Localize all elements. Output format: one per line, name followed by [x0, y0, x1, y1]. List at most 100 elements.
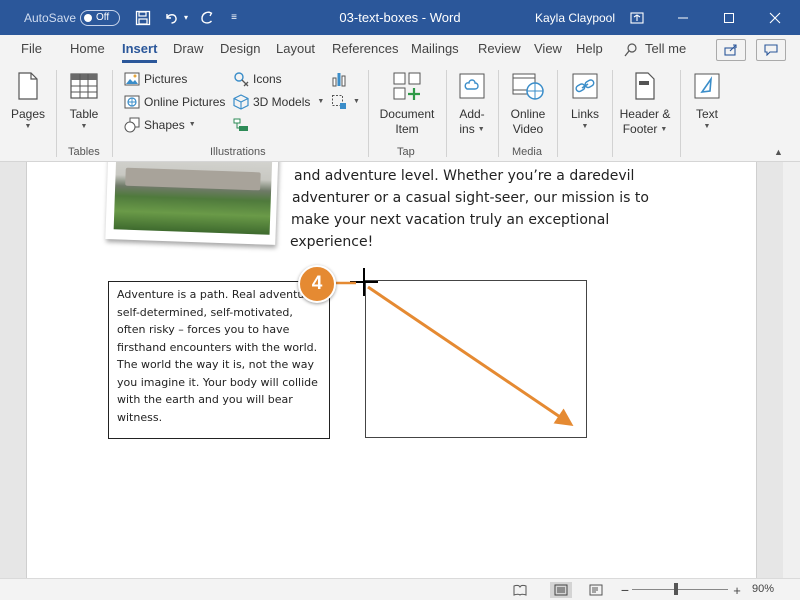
text-box-being-drawn[interactable] — [365, 280, 587, 438]
read-mode-icon[interactable] — [512, 582, 528, 598]
autosave-toggle[interactable]: Off — [80, 10, 120, 26]
close-icon[interactable] — [752, 0, 798, 35]
text-box-line: The world the way it is, not the way — [117, 358, 314, 371]
share-icon — [724, 44, 737, 56]
comment-icon — [764, 44, 778, 56]
group-label-illustrations: Illustrations — [210, 146, 266, 158]
save-icon[interactable] — [132, 0, 154, 35]
group-divider — [498, 70, 499, 157]
text-box-quote[interactable]: Adventure is a path. Real adventure – se… — [108, 281, 330, 439]
group-divider — [680, 70, 681, 157]
text-button[interactable]: Text ▼ — [688, 69, 726, 132]
online-video-label-1: Online — [510, 107, 546, 121]
tab-review[interactable]: Review — [478, 41, 521, 61]
group-label-media: Media — [512, 146, 542, 158]
chevron-down-icon: ▼ — [80, 123, 88, 130]
chevron-down-icon: ▼ — [581, 123, 589, 130]
online-video-button[interactable]: Online Video — [505, 69, 551, 137]
group-divider — [557, 70, 558, 157]
picture-icon — [123, 71, 141, 87]
text-label: Text — [695, 107, 718, 121]
document-item-icon — [390, 69, 424, 103]
zoom-in-icon[interactable]: + — [729, 582, 745, 598]
zoom-slider[interactable] — [632, 589, 728, 590]
web-layout-icon[interactable] — [588, 582, 604, 598]
table-button[interactable]: Table ▼ — [64, 69, 104, 132]
text-icon — [690, 69, 724, 103]
vertical-scrollbar[interactable] — [783, 162, 800, 578]
tab-view[interactable]: View — [534, 41, 562, 61]
chevron-down-icon: ▼ — [24, 123, 32, 130]
park-photo-image — [113, 162, 273, 235]
document-item-label-1: Document — [379, 107, 435, 121]
redo-icon[interactable] — [196, 0, 218, 35]
pages-button[interactable]: Pages ▼ — [8, 69, 48, 132]
group-divider — [446, 70, 447, 157]
tab-references[interactable]: References — [332, 41, 398, 61]
shapes-button[interactable]: Shapes ▼ — [123, 115, 196, 135]
add-ins-label-2-text: ins — [459, 122, 475, 136]
screenshot-icon — [330, 94, 348, 110]
tab-draw[interactable]: Draw — [173, 41, 203, 61]
minimize-icon[interactable] — [660, 0, 706, 35]
document-page[interactable]: and adventure level. Whether you’re a da… — [26, 162, 757, 578]
group-divider — [368, 70, 369, 157]
document-item-button[interactable]: Document Item — [376, 69, 438, 137]
document-item-label-2: Item — [395, 122, 419, 136]
smartart-button[interactable] — [232, 115, 253, 135]
inserted-photo[interactable] — [105, 162, 279, 245]
active-tab-indicator — [122, 60, 158, 63]
title-bar: AutoSave Off ▾ ≡ 03-text-boxes - Word Ka… — [0, 0, 800, 35]
text-box-line: you imagine it. Your body will collide — [117, 375, 318, 389]
icons-label: Icons — [253, 72, 282, 86]
tab-file[interactable]: File — [21, 41, 42, 61]
lightbulb-icon — [624, 43, 637, 57]
icons-button[interactable]: Icons — [232, 69, 282, 89]
tab-design[interactable]: Design — [220, 41, 260, 61]
autosave-label: AutoSave — [24, 10, 77, 25]
zoom-level[interactable]: 90% — [752, 583, 774, 595]
tell-me-search[interactable]: Tell me — [623, 41, 686, 61]
tab-home[interactable]: Home — [70, 41, 105, 61]
shapes-icon — [123, 117, 141, 133]
online-pictures-button[interactable]: Online Pictures — [123, 92, 225, 112]
chevron-down-icon: ▼ — [353, 98, 360, 105]
smartart-icon — [232, 117, 250, 133]
print-layout-icon[interactable] — [550, 582, 572, 598]
toggle-knob — [84, 14, 92, 22]
customize-toolbar-icon[interactable]: ≡ — [226, 0, 242, 35]
tell-me-label: Tell me — [645, 41, 687, 56]
screenshot-button[interactable]: ▼ — [330, 92, 360, 112]
add-ins-button[interactable]: Add- ins ▼ — [454, 69, 490, 137]
tab-insert[interactable]: Insert — [122, 41, 158, 63]
zoom-out-icon[interactable]: − — [617, 582, 633, 598]
zoom-slider-thumb[interactable] — [674, 583, 678, 595]
undo-dropdown-icon[interactable]: ▾ — [180, 0, 192, 35]
share-button[interactable] — [716, 39, 746, 61]
add-ins-icon — [455, 69, 489, 103]
table-label: Table — [69, 107, 99, 121]
pictures-button[interactable]: Pictures — [123, 69, 187, 89]
chart-button[interactable] — [330, 69, 351, 89]
autosave-state: Off — [96, 12, 110, 23]
text-box-line: Adventure is a path. Real adventure – — [117, 288, 325, 301]
ribbon-display-options-icon[interactable] — [614, 0, 660, 35]
header-footer-button[interactable]: Header & Footer ▼ — [617, 69, 673, 137]
bar-chart-icon — [330, 71, 348, 87]
comments-button[interactable] — [756, 39, 786, 61]
chevron-down-icon: ▼ — [317, 98, 325, 105]
ribbon: Pages ▼ Table ▼ Tables Pictures Online P… — [0, 65, 800, 162]
tab-layout[interactable]: Layout — [276, 41, 315, 61]
maximize-icon[interactable] — [706, 0, 752, 35]
undo-icon[interactable] — [160, 0, 182, 35]
header-footer-icon — [628, 69, 662, 103]
tab-mailings[interactable]: Mailings — [411, 41, 459, 61]
3d-models-label: 3D Models — [253, 95, 311, 109]
3d-models-button[interactable]: 3D Models ▼ — [232, 92, 324, 112]
chevron-down-icon: ▼ — [703, 123, 711, 130]
group-label-tables: Tables — [68, 146, 100, 158]
tab-help[interactable]: Help — [576, 41, 603, 61]
links-button[interactable]: Links ▼ — [566, 69, 604, 132]
collapse-ribbon-icon[interactable]: ▲ — [774, 147, 783, 157]
text-box-line: often risky – forces you to have — [117, 323, 290, 336]
